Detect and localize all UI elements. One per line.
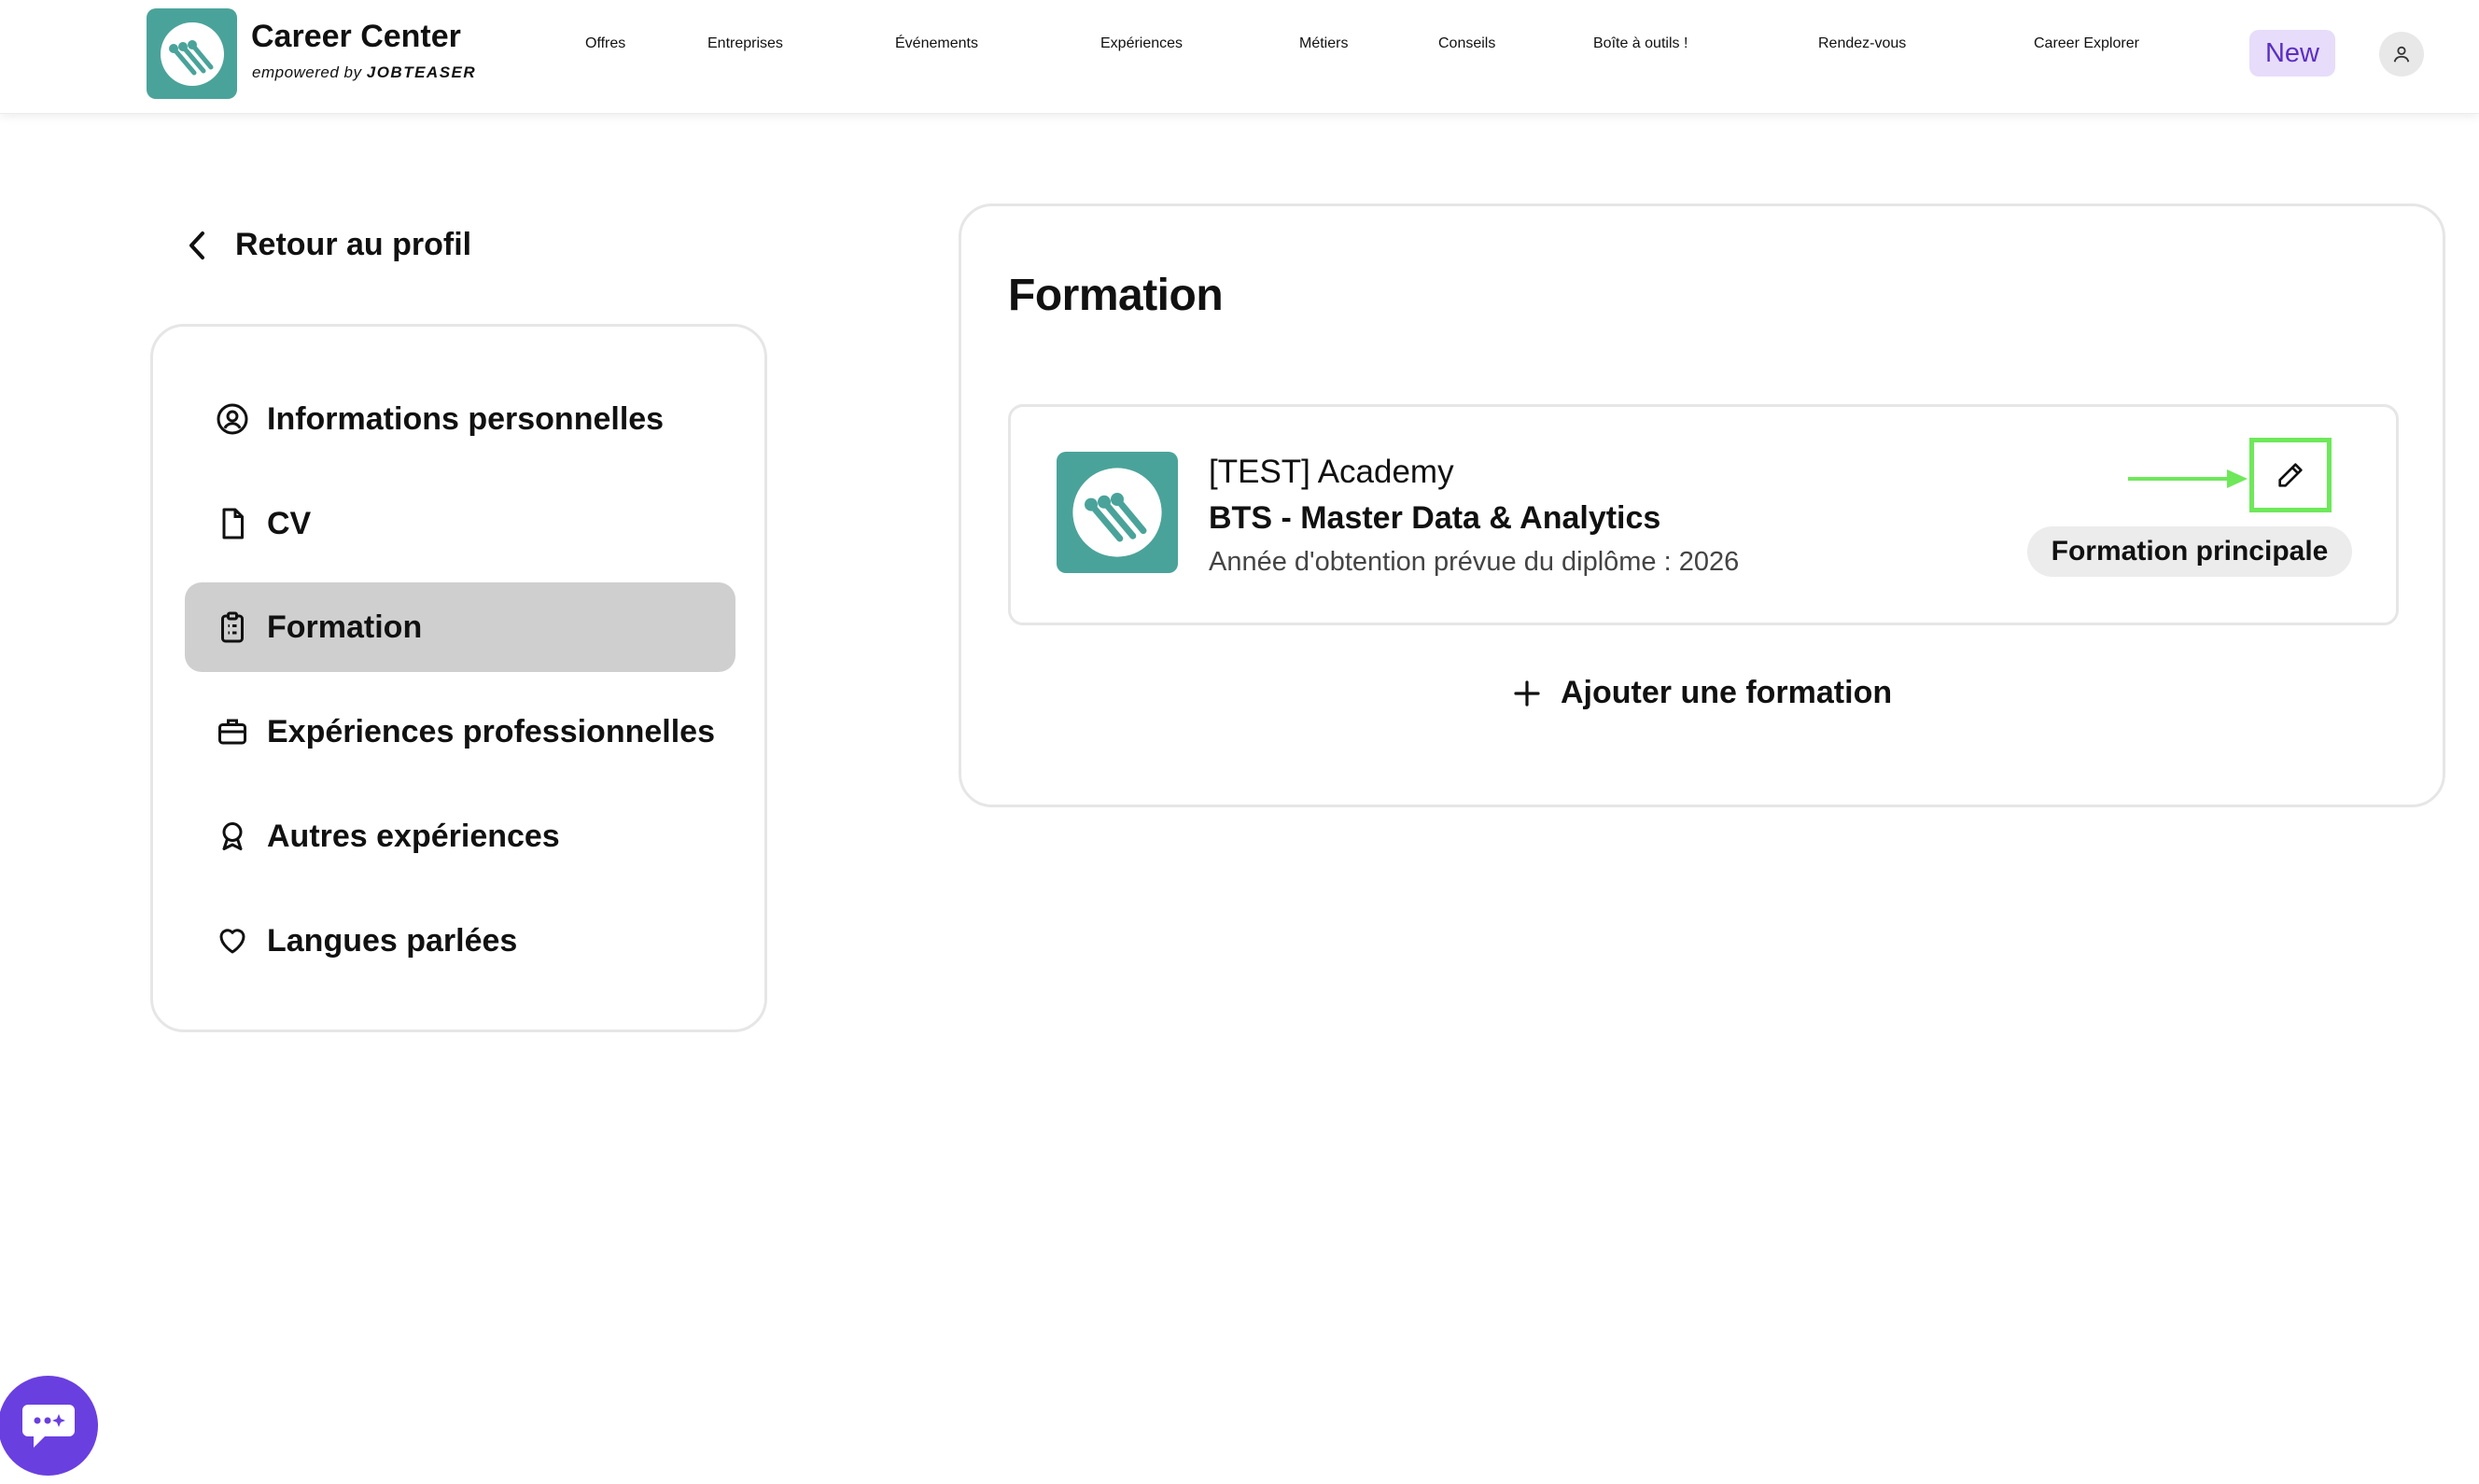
sidebar-item-label: Formation [267,609,423,645]
brand-subtitle: empowered by JOBTEASER [252,63,476,82]
nav-experiences[interactable]: Expériences [1100,35,1183,52]
nav-evenements[interactable]: Événements [895,35,978,52]
add-formation-label: Ajouter une formation [1561,675,1893,710]
formation-panel: Formation [TEST] Academy BTS - Master Da… [959,203,2445,807]
pencil-icon [2278,463,2303,487]
chevron-left-icon [189,231,204,259]
profile-sections-sidebar: Informations personnelles CV Formation E… [150,324,767,1032]
graduation-year: Année d'obtention prévue du diplôme : 20… [1209,547,1740,577]
clipboard-icon [215,609,250,645]
nav-rendez-vous[interactable]: Rendez-vous [1818,35,1906,52]
highlight-arrow-icon [2128,469,2248,488]
plus-icon [1514,679,1540,707]
brand-title: Career Center [251,19,461,54]
heart-icon [215,923,250,959]
award-icon [215,819,250,854]
top-navbar: Career Center empowered by JOBTEASER Off… [0,0,2479,114]
school-logo-icon [1072,468,1162,557]
sidebar-item-label: Informations personnelles [267,400,665,437]
nav-boite-a-outils[interactable]: Boîte à outils ! [1593,35,1688,52]
user-circle-icon [215,401,250,437]
sidebar-item-label: Autres expériences [267,818,560,854]
nav-metiers[interactable]: Métiers [1299,35,1348,52]
brand-sub-name: JOBTEASER [366,63,477,81]
nav-conseils[interactable]: Conseils [1438,35,1495,52]
school-logo [1057,452,1178,573]
career-center-logo[interactable] [147,8,237,99]
main-formation-badge: Formation principale [2027,526,2352,577]
chat-bubble-icon [21,1404,75,1448]
sidebar-item-label: CV [267,505,312,541]
nav-career-explorer[interactable]: Career Explorer [2034,35,2139,52]
edit-formation-button[interactable] [2249,438,2332,512]
user-avatar-button[interactable] [2379,32,2424,77]
sidebar-item-cv[interactable]: CV [185,479,735,568]
degree-name: BTS - Master Data & Analytics [1209,500,1661,536]
new-badge: New [2249,30,2335,77]
logo-mark-icon [160,21,224,86]
nav-offres[interactable]: Offres [585,35,625,52]
sidebar-item-label: Langues parlées [267,922,518,959]
chat-assistant-button[interactable] [0,1376,98,1476]
briefcase-icon [215,714,250,749]
back-to-profile-link[interactable]: Retour au profil [187,227,471,263]
add-formation-button[interactable]: Ajouter une formation [1512,675,1892,711]
sidebar-item-experiences-professionnelles[interactable]: Expériences professionnelles [185,687,735,777]
sidebar-item-autres-experiences[interactable]: Autres expériences [185,791,735,881]
sidebar-item-label: Expériences professionnelles [267,713,715,749]
document-icon [215,506,250,541]
school-name: [TEST] Academy [1209,454,1454,490]
page-title: Formation [1008,271,1224,320]
sidebar-item-informations-personnelles[interactable]: Informations personnelles [185,374,735,464]
user-icon [2393,46,2410,63]
education-card: [TEST] Academy BTS - Master Data & Analy… [1008,404,2399,625]
sidebar-item-formation[interactable]: Formation [185,582,735,672]
back-label: Retour au profil [235,227,472,262]
nav-entreprises[interactable]: Entreprises [707,35,783,52]
brand-sub-prefix: empowered by [252,63,362,81]
sidebar-item-langues-parlees[interactable]: Langues parlées [185,896,735,986]
